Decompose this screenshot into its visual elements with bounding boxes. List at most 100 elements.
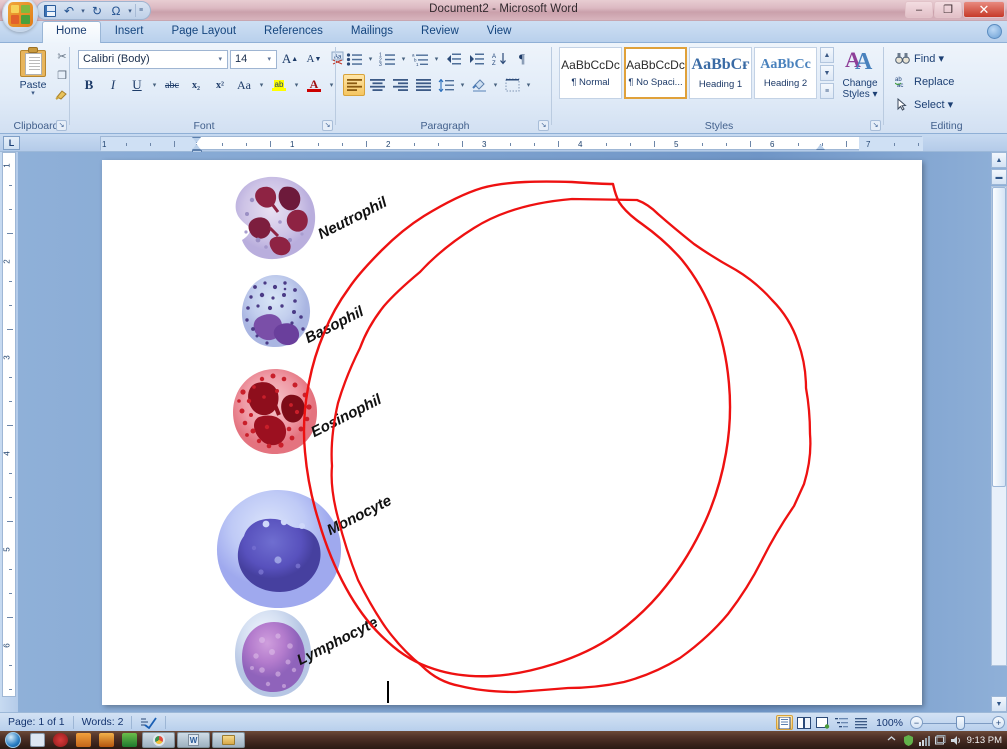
tab-review[interactable]: Review [407, 21, 473, 43]
text-highlight-color-button[interactable]: ab [268, 74, 290, 96]
tab-mailings[interactable]: Mailings [337, 21, 407, 43]
sort-button[interactable]: AZ [488, 48, 510, 70]
find-button[interactable]: Find ▾ [894, 51, 944, 66]
underline-chevron-down-icon[interactable]: ▾ [150, 81, 159, 89]
styles-gallery-scrollbar[interactable]: ▲ ▼ ≡ [820, 47, 834, 99]
font-size-combobox[interactable]: 14 ▾ [230, 49, 277, 69]
zoom-slider-thumb[interactable] [956, 715, 965, 730]
view-full-screen-reading-button[interactable] [795, 715, 812, 730]
underline-button[interactable]: U [126, 74, 148, 96]
taskbar-icon-media-player[interactable] [30, 733, 45, 747]
format-painter-icon[interactable] [54, 85, 70, 104]
bullets-button[interactable] [343, 48, 365, 70]
tray-shield-icon[interactable] [903, 734, 914, 746]
paragraph-dialog-launcher[interactable]: ↘ [538, 120, 549, 131]
multilevel-list-button[interactable]: ab1 [409, 48, 431, 70]
view-outline-button[interactable] [833, 715, 850, 730]
style-item-normal[interactable]: AaBbCcDc ¶ Normal [559, 47, 622, 99]
change-styles-button[interactable]: AA Change Styles ▾ [838, 47, 882, 100]
styles-more-icon[interactable]: ≡ [820, 83, 834, 99]
shading-button[interactable] [468, 74, 490, 96]
style-item-heading-2[interactable]: AaBbCc Heading 2 [754, 47, 817, 99]
word-count[interactable]: Words: 2 [74, 713, 132, 732]
font-color-button[interactable]: A [303, 74, 325, 96]
superscript-button[interactable]: x² [209, 74, 231, 96]
close-button[interactable]: ✕ [963, 1, 1005, 18]
font-name-combobox[interactable]: Calibri (Body) ▾ [78, 49, 228, 69]
font-size-chevron-down-icon[interactable]: ▾ [264, 55, 274, 63]
shading-chevron-down-icon[interactable]: ▾ [491, 81, 500, 89]
maximize-button[interactable]: ❐ [934, 1, 962, 18]
numbering-button[interactable]: 123 [376, 48, 398, 70]
minimize-button[interactable]: – [905, 1, 933, 18]
zoom-in-button[interactable]: + [992, 716, 1005, 729]
zoom-slider[interactable]: − + [910, 715, 1005, 731]
shrink-font-button[interactable]: A ▼ [303, 48, 325, 70]
select-button[interactable]: Select ▾ [894, 97, 953, 112]
horizontal-ruler[interactable]: L 1 1 2 3 4 5 6 7 [0, 134, 1007, 154]
taskbar-window-explorer[interactable] [212, 732, 245, 748]
bold-button[interactable]: B [78, 74, 100, 96]
page-indicator[interactable]: Page: 1 of 1 [0, 713, 73, 732]
taskbar-icon-adobe-reader[interactable] [76, 733, 91, 747]
symbol-dropdown-icon[interactable]: ▾ [126, 7, 134, 15]
numbering-chevron-down-icon[interactable]: ▾ [399, 55, 408, 63]
justify-button[interactable] [412, 74, 434, 96]
taskbar-clock[interactable]: 9:13 PM [967, 735, 1002, 746]
borders-chevron-down-icon[interactable]: ▾ [524, 81, 533, 89]
undo-dropdown-icon[interactable]: ▾ [79, 7, 87, 15]
increase-indent-button[interactable] [465, 48, 487, 70]
style-item-heading-1[interactable]: AaBbCғ Heading 1 [689, 47, 752, 99]
tab-page-layout[interactable]: Page Layout [157, 21, 250, 43]
tray-volume-icon[interactable] [950, 735, 962, 746]
taskbar-window-word[interactable]: W [177, 732, 210, 748]
customize-qat-icon[interactable]: ≡ [137, 7, 145, 14]
start-button[interactable] [0, 731, 26, 749]
undo-icon[interactable]: ↶ [60, 2, 78, 19]
tray-arrow-icon[interactable] [887, 735, 898, 746]
subscript-button[interactable]: x₂ [185, 74, 207, 96]
multilevel-chevron-down-icon[interactable]: ▾ [432, 55, 441, 63]
tray-action-center-icon[interactable] [934, 734, 946, 746]
highlight-chevron-down-icon[interactable]: ▾ [292, 81, 301, 89]
taskbar-icon-adobe-app[interactable] [99, 733, 114, 747]
align-left-button[interactable] [343, 74, 365, 96]
font-dialog-launcher[interactable]: ↘ [322, 120, 333, 131]
align-right-button[interactable] [389, 74, 411, 96]
tray-network-icon[interactable] [918, 735, 930, 746]
help-icon[interactable] [987, 24, 1002, 39]
borders-button[interactable] [501, 74, 523, 96]
zoom-level[interactable]: 100% [871, 717, 908, 729]
paste-dropdown-icon[interactable]: ▾ [31, 90, 35, 97]
document-workspace[interactable]: Neutrophil Basophil Eosinophil Monocyte … [18, 152, 1007, 712]
scroll-up-button[interactable]: ▲ [991, 152, 1007, 168]
horizontal-ruler-track[interactable]: 1 1 2 3 4 5 6 7 [100, 136, 923, 154]
styles-scroll-down-icon[interactable]: ▼ [820, 65, 834, 81]
styles-scroll-up-icon[interactable]: ▲ [820, 47, 834, 63]
right-indent-marker[interactable] [816, 144, 825, 150]
scroll-down-button[interactable]: ▼ [991, 696, 1007, 712]
save-icon[interactable] [41, 2, 59, 19]
tab-stop-selector[interactable]: L [3, 136, 20, 150]
tab-home[interactable]: Home [42, 21, 101, 43]
document-page[interactable]: Neutrophil Basophil Eosinophil Monocyte … [102, 160, 922, 705]
view-print-layout-button[interactable] [776, 715, 794, 730]
decrease-indent-button[interactable] [442, 48, 464, 70]
show-formatting-marks-button[interactable]: ¶ [511, 48, 533, 70]
vertical-scrollbar-thumb[interactable] [992, 187, 1006, 487]
replace-button[interactable]: ab ac Replace [894, 74, 954, 89]
tab-references[interactable]: References [250, 21, 337, 43]
redo-icon[interactable]: ↻ [88, 2, 106, 19]
taskbar-window-chrome[interactable] [142, 732, 175, 748]
italic-button[interactable]: I [102, 74, 124, 96]
cut-icon[interactable]: ✂ [54, 47, 70, 66]
proofing-status-icon[interactable] [132, 713, 165, 732]
line-spacing-button[interactable] [435, 74, 457, 96]
vertical-ruler[interactable]: 1 2 3 4 5 6 [0, 152, 18, 712]
taskbar-icon-excel[interactable] [122, 733, 137, 747]
styles-dialog-launcher[interactable]: ↘ [870, 120, 881, 131]
copy-icon[interactable]: ❐ [54, 66, 70, 85]
tab-view[interactable]: View [473, 21, 526, 43]
bullets-chevron-down-icon[interactable]: ▾ [366, 55, 375, 63]
view-web-layout-button[interactable] [814, 715, 831, 730]
